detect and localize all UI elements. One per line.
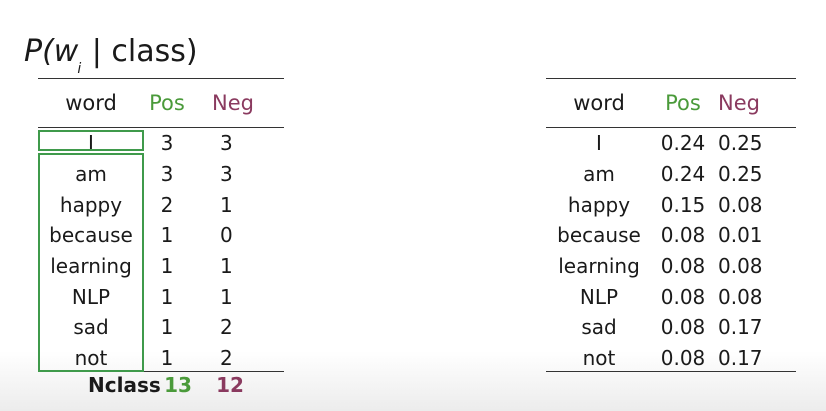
footer-neg-total: 12 <box>216 373 244 397</box>
pos-cell: 0.08 <box>660 254 706 279</box>
left-table-header-row: word Pos Neg <box>38 78 284 128</box>
right-header-neg: Neg <box>718 91 760 115</box>
word-cell: not <box>582 346 616 371</box>
word-cell: learning <box>558 254 640 279</box>
word-cell: because <box>557 223 641 248</box>
table-row: learning 0.08 0.08 <box>546 251 796 282</box>
word-cell: am <box>583 162 615 187</box>
right-table-header-row: word Pos Neg <box>546 78 796 128</box>
title-subscript: i <box>77 61 82 77</box>
word-cell: sad <box>581 315 617 340</box>
highlight-box-first-word <box>38 130 144 151</box>
neg-cell: 0.25 <box>718 131 763 156</box>
pos-cell: 1 <box>160 315 174 340</box>
neg-cell: 0.25 <box>718 162 763 187</box>
pos-cell: 0.15 <box>660 192 706 217</box>
right-header-word: word <box>573 91 625 115</box>
page-title: P(wi | class) <box>24 34 198 77</box>
table-row: I 0.24 0.25 <box>546 128 796 159</box>
neg-cell: 3 <box>220 131 233 156</box>
left-header-word: word <box>65 91 117 115</box>
pos-cell: 0.08 <box>660 284 706 309</box>
pos-cell: 3 <box>160 131 174 156</box>
table-row: not 0.08 0.17 <box>546 343 796 374</box>
table-row: am 0.24 0.25 <box>546 159 796 190</box>
highlight-box-other-words <box>38 153 144 372</box>
right-probability-table: word Pos Neg I 0.24 0.25 am 0.24 0.25 happy 0.1… <box>546 78 796 374</box>
table-row: NLP 0.08 0.08 <box>546 281 796 312</box>
pos-cell: 0.08 <box>660 315 706 340</box>
neg-cell: 0.08 <box>718 254 763 279</box>
neg-cell: 0 <box>220 223 233 248</box>
neg-cell: 2 <box>220 315 233 340</box>
footer-label: Nclass <box>88 373 161 397</box>
pos-cell: 0.08 <box>660 346 706 371</box>
neg-cell: 1 <box>220 192 233 217</box>
pos-cell: 3 <box>160 162 174 187</box>
pos-cell: 1 <box>160 254 174 279</box>
word-cell: I <box>596 131 602 156</box>
pos-cell: 1 <box>160 223 174 248</box>
table-row: happy 0.15 0.08 <box>546 189 796 220</box>
left-header-pos: Pos <box>149 91 185 115</box>
neg-cell: 1 <box>220 284 233 309</box>
neg-cell: 1 <box>220 254 233 279</box>
pos-cell: 2 <box>160 192 174 217</box>
footer-pos-total: 13 <box>164 373 192 397</box>
table-row: because 0.08 0.01 <box>546 220 796 251</box>
neg-cell: 0.08 <box>718 284 763 309</box>
neg-cell: 0.17 <box>718 346 763 371</box>
pos-cell: 0.24 <box>660 131 706 156</box>
neg-cell: 3 <box>220 162 233 187</box>
pos-cell: 1 <box>160 284 174 309</box>
pos-cell: 0.08 <box>660 223 706 248</box>
right-header-pos: Pos <box>665 91 701 115</box>
pos-cell: 1 <box>160 346 174 371</box>
right-table-body: I 0.24 0.25 am 0.24 0.25 happy 0.15 0.08 because 0… <box>546 128 796 374</box>
neg-cell: 0.01 <box>718 223 763 248</box>
title-prefix: P(w <box>24 34 79 69</box>
word-cell: happy <box>567 192 631 217</box>
pos-cell: 0.24 <box>660 162 706 187</box>
title-suffix: | class) <box>82 34 198 69</box>
table-row: sad 0.08 0.17 <box>546 312 796 343</box>
word-cell: NLP <box>579 284 619 309</box>
neg-cell: 2 <box>220 346 233 371</box>
left-header-neg: Neg <box>212 91 254 115</box>
neg-cell: 0.08 <box>718 192 763 217</box>
neg-cell: 0.17 <box>718 315 763 340</box>
